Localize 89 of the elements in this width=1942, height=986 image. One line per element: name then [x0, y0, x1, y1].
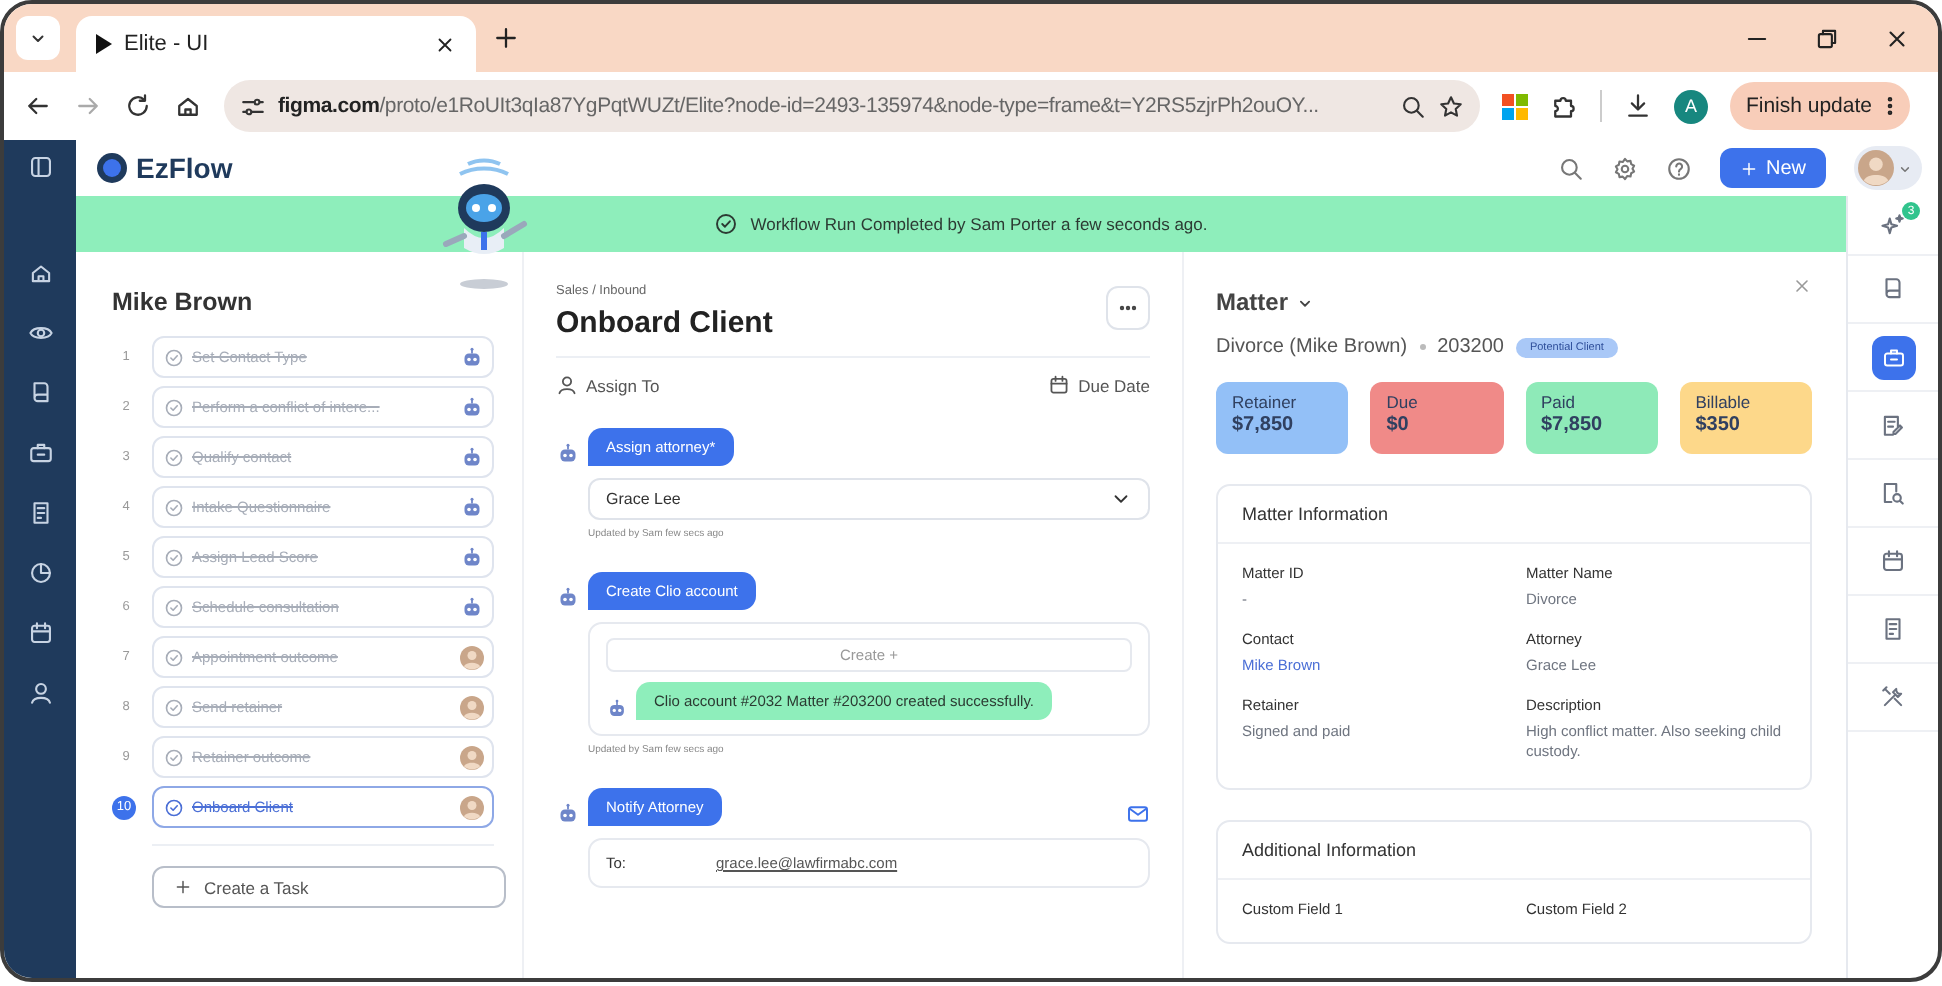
robot-icon — [556, 442, 580, 466]
avatar-icon — [460, 795, 484, 819]
task-title: Onboard Client — [556, 306, 773, 340]
robot-icon — [460, 345, 484, 369]
tools-icon[interactable] — [1880, 684, 1906, 710]
logo-icon — [96, 152, 128, 184]
back-icon[interactable] — [24, 92, 52, 120]
mail-icon — [1126, 802, 1150, 826]
check-circle-icon — [164, 597, 184, 617]
amount-card: Due $0 — [1370, 382, 1503, 454]
new-tab-icon[interactable] — [492, 24, 520, 52]
robot-icon — [460, 395, 484, 419]
check-circle-icon — [164, 547, 184, 567]
avatar-icon — [460, 695, 484, 719]
zoom-icon — [1399, 93, 1426, 119]
check-circle-icon — [164, 497, 184, 517]
banner-message: Workflow Run Completed by Sam Porter a few seconds ago. — [750, 214, 1208, 234]
avatar-icon — [460, 745, 484, 769]
settings-icon[interactable] — [1611, 155, 1638, 181]
matter-name: Divorce (Mike Brown) — [1216, 336, 1408, 358]
extensions-icon[interactable] — [1549, 92, 1578, 120]
search-icon[interactable] — [1557, 155, 1584, 181]
home-icon[interactable] — [174, 92, 202, 120]
create-task-button[interactable]: Create a Task — [152, 866, 506, 908]
sparkle-icon[interactable] — [1880, 212, 1906, 238]
check-circle-icon — [164, 747, 184, 767]
amount-card: Paid $7,850 — [1525, 382, 1658, 454]
contact-name: Mike Brown — [112, 288, 255, 316]
check-circle-icon — [714, 212, 739, 236]
section-title: Matter Information — [1218, 486, 1810, 544]
due-date-label[interactable]: Due Date — [1078, 375, 1150, 395]
book-icon[interactable] — [27, 380, 53, 406]
person-icon — [556, 374, 578, 396]
download-icon[interactable] — [1623, 92, 1652, 120]
check-circle-icon — [164, 797, 184, 817]
bookmark-icon — [1437, 93, 1464, 119]
calendar-icon[interactable] — [1880, 548, 1906, 574]
restore-icon[interactable] — [1814, 25, 1840, 51]
robot-icon — [460, 545, 484, 569]
section-title: Additional Information — [1218, 821, 1810, 879]
calendar-icon[interactable] — [27, 620, 53, 646]
robot-icon — [460, 495, 484, 519]
briefcase-icon[interactable] — [27, 440, 53, 466]
address-bar[interactable]: figma.com/proto/e1RoUIt3qIa87YgPqtWUZt/Elite?node-id=2493-135974&node-type=frame&t=Y2RS5zjrPh2ouOY... — [224, 80, 1480, 132]
search-doc-icon[interactable] — [1880, 480, 1906, 506]
calendar-icon — [1048, 374, 1071, 396]
plus-icon — [174, 878, 192, 896]
help-icon[interactable] — [1665, 155, 1692, 181]
check-circle-icon — [164, 697, 184, 717]
profile-avatar[interactable]: A — [1673, 89, 1708, 123]
play-icon — [96, 34, 112, 54]
attorney-select[interactable]: Grace Lee — [588, 478, 1150, 520]
document-icon[interactable] — [1880, 616, 1906, 642]
reload-icon[interactable] — [124, 92, 152, 120]
check-circle-icon — [164, 397, 184, 417]
plus-icon — [1739, 159, 1758, 177]
windows-logo-icon[interactable] — [1501, 93, 1528, 119]
home-icon[interactable] — [27, 260, 53, 286]
matter-number: 203200 — [1437, 336, 1504, 358]
document-icon[interactable] — [27, 500, 53, 526]
check-circle-icon — [164, 647, 184, 667]
robot-icon — [460, 445, 484, 469]
panel-title: Matter — [1216, 288, 1289, 316]
check-circle-icon — [164, 347, 184, 367]
assign-to-label[interactable]: Assign To — [586, 375, 660, 395]
rail-button[interactable] — [1871, 335, 1915, 379]
amount-card: Billable $350 — [1679, 382, 1812, 454]
close-icon — [434, 33, 456, 55]
avatar-icon — [1858, 150, 1894, 186]
robot-icon — [556, 802, 580, 826]
app-logo: EzFlow — [136, 152, 233, 184]
avatar-icon — [460, 645, 484, 669]
robot-icon — [460, 595, 484, 619]
sidebar-toggle-icon[interactable] — [27, 154, 53, 180]
book-icon[interactable] — [1880, 276, 1906, 302]
person-icon[interactable] — [27, 680, 53, 706]
close-icon[interactable] — [1884, 25, 1910, 51]
browser-tab[interactable]: Elite - UI — [76, 16, 476, 72]
check-circle-icon — [164, 447, 184, 467]
finish-update-button[interactable]: Finish update — [1729, 82, 1910, 130]
amount-card: Retainer $7,850 — [1216, 382, 1349, 454]
pie-icon[interactable] — [27, 560, 53, 586]
briefcase-icon — [1881, 345, 1905, 369]
new-button[interactable]: New — [1719, 148, 1826, 188]
site-settings-icon — [240, 93, 266, 119]
more-button[interactable] — [1106, 286, 1150, 330]
robot-icon — [556, 586, 580, 610]
note-icon[interactable] — [1880, 412, 1906, 438]
robot-icon — [606, 698, 628, 720]
